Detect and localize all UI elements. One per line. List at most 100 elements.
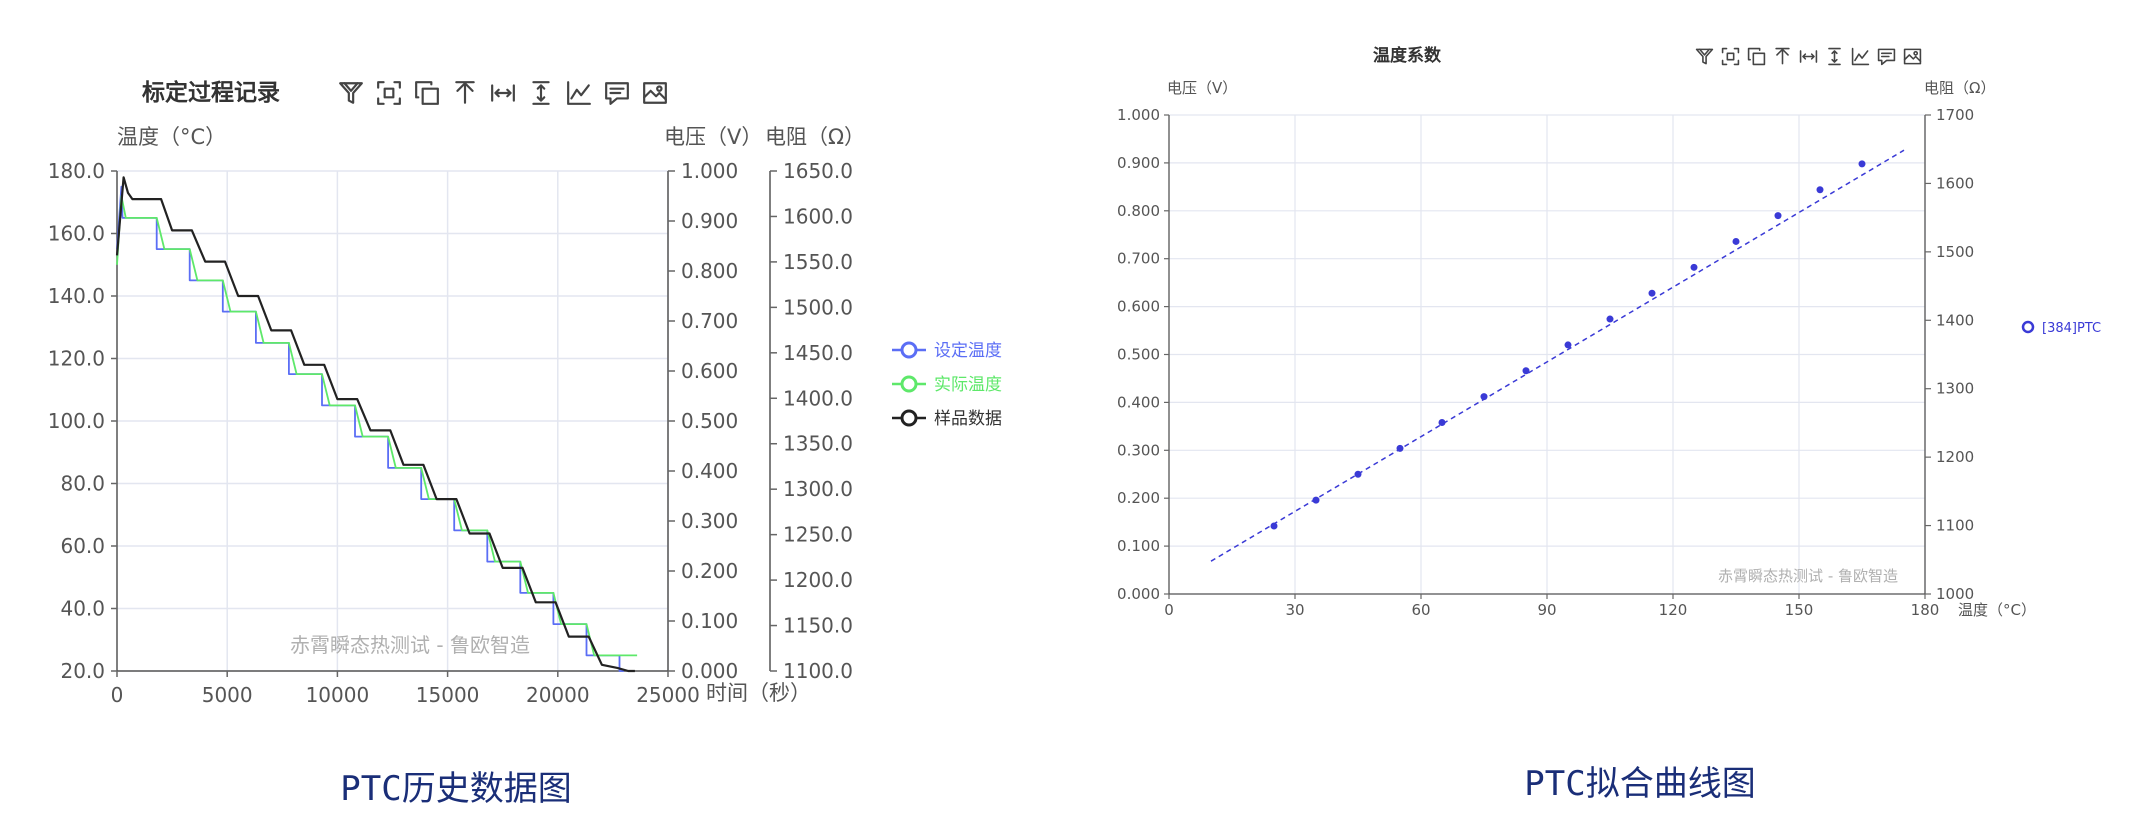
y-tick-label-left: 0.600 — [1117, 298, 1160, 316]
y-tick-label-right1: 0.300 — [681, 509, 738, 533]
legend-item[interactable]: 设定温度 — [892, 341, 1002, 361]
y-tick-label-right: 1100 — [1936, 517, 1974, 535]
copy-icon[interactable] — [1747, 47, 1766, 66]
data-point — [1438, 419, 1446, 427]
x-tick-label: 150 — [1785, 601, 1814, 619]
y-tick-label-right2: 1600.0 — [783, 204, 853, 228]
y-tick-label-right1: 1.000 — [681, 159, 738, 183]
legend-label: 实际温度 — [934, 375, 1002, 395]
fit-width-icon[interactable] — [491, 84, 515, 102]
data-point — [1816, 186, 1824, 194]
legend-marker — [900, 375, 918, 393]
y-tick-label-right1: 0.500 — [681, 409, 738, 433]
legend-marker — [900, 341, 918, 359]
chart1-series — [115, 176, 638, 673]
chart2-title: 温度系数 — [1373, 45, 1442, 66]
y-tick-label-right2: 1100.0 — [783, 659, 853, 683]
y-tick-label-left: 0.900 — [1117, 154, 1160, 172]
fit-height-icon[interactable] — [1828, 47, 1841, 66]
y-tick-label-left: 20.0 — [60, 659, 105, 683]
zoom-area-icon[interactable] — [377, 81, 401, 105]
y-tick-label-right2: 1200.0 — [783, 568, 853, 592]
x-tick-label: 5000 — [202, 683, 253, 707]
x-tick-label: 25000 — [636, 683, 700, 707]
y-tick-label-left: 1.000 — [1117, 106, 1160, 124]
y-tick-label-left: 120.0 — [48, 347, 105, 371]
x-tick-label: 20000 — [526, 683, 590, 707]
comment-icon[interactable] — [605, 82, 629, 105]
y-tick-label-right2: 1400.0 — [783, 386, 853, 410]
legend-item[interactable]: [384]PTC — [2021, 320, 2101, 336]
copy-icon[interactable] — [415, 81, 439, 105]
data-point — [1522, 367, 1530, 375]
y-tick-label-right: 1500 — [1936, 243, 1974, 261]
fit-height-icon[interactable] — [532, 81, 550, 105]
y-tick-label-left: 180.0 — [48, 159, 105, 183]
chart1-xlabel: 时间（秒） — [706, 681, 811, 705]
data-point — [1606, 315, 1614, 323]
chart2-legend[interactable]: [384]PTC — [2021, 320, 2101, 336]
y-tick-label-right2: 1550.0 — [783, 250, 853, 274]
legend-item[interactable]: 样品数据 — [892, 409, 1002, 429]
y-tick-label-right1: 0.600 — [681, 359, 738, 383]
data-point — [1690, 263, 1698, 271]
data-point — [1858, 160, 1866, 168]
y-tick-label-right: 1600 — [1936, 174, 1974, 192]
legend-marker — [900, 409, 918, 427]
x-tick-label: 30 — [1285, 601, 1304, 619]
chart1-ylabel-left: 温度（°C） — [117, 125, 226, 149]
x-tick-label: 0 — [111, 683, 124, 707]
y-tick-label-right: 1300 — [1936, 380, 1974, 398]
x-tick-label: 90 — [1537, 601, 1556, 619]
y-tick-label-left: 0.500 — [1117, 346, 1160, 364]
y-tick-label-right: 1200 — [1936, 448, 1974, 466]
y-tick-label-left: 0.400 — [1117, 393, 1160, 411]
chart2-ylabel-right: 电阻（Ω） — [1924, 79, 1995, 97]
zoom-area-icon[interactable] — [1721, 47, 1740, 66]
y-tick-label-right1: 0.900 — [681, 209, 738, 233]
chart2-watermark: 赤霄瞬态热测试 - 鲁欧智造 — [1718, 567, 1898, 585]
comment-icon[interactable] — [1877, 48, 1896, 66]
y-tick-label-right2: 1650.0 — [783, 159, 853, 183]
y-tick-label-left: 0.300 — [1117, 441, 1160, 459]
data-point — [1648, 289, 1656, 297]
data-point — [1396, 444, 1404, 452]
toolbox-right — [1695, 47, 1922, 66]
fit-width-icon[interactable] — [1799, 50, 1818, 63]
y-tick-label-left: 0.700 — [1117, 250, 1160, 268]
figure-canvas: 标定过程记录 温度（°C） 电压（V） 电阻（Ω） 时间（秒） 20.0 40.0… — [48, 45, 2101, 809]
y-tick-label-right: 1400 — [1936, 311, 1974, 329]
upload-icon[interactable] — [1775, 47, 1790, 65]
legend-label: [384]PTC — [2042, 321, 2101, 336]
x-tick-label: 10000 — [306, 683, 370, 707]
y-tick-label-right: 1700 — [1936, 106, 1974, 124]
x-tick-label: 180 — [1911, 601, 1940, 619]
x-tick-label: 15000 — [416, 683, 480, 707]
y-tick-label-right1: 0.200 — [681, 559, 738, 583]
y-tick-label-right2: 1350.0 — [783, 432, 853, 456]
chart1-legend[interactable]: 设定温度实际温度样品数据 — [892, 341, 1002, 429]
chart2-ylabel-left: 电压（V） — [1167, 79, 1237, 97]
line-chart-icon[interactable] — [567, 81, 591, 105]
upload-icon[interactable] — [455, 81, 475, 104]
y-tick-label-left: 100.0 — [48, 409, 105, 433]
chart2-grid — [1169, 114, 1926, 595]
legend-marker — [2021, 320, 2035, 334]
coefficient-chart: 温度系数 电压（V） 电阻（Ω） 温度（°C） 0.000 0.100 0.200 0… — [1117, 45, 2101, 619]
chart1-ticks: 20.0 40.0 60.0 80.0 100.0 120.0 140.0 160.0 180.… — [48, 159, 853, 707]
caption-right: PTC拟合曲线图 — [1524, 764, 1755, 804]
filter-icon[interactable] — [339, 82, 363, 104]
y-tick-label-right2: 1450.0 — [783, 341, 853, 365]
x-tick-label: 60 — [1411, 601, 1430, 619]
y-tick-label-right2: 1500.0 — [783, 295, 853, 319]
y-tick-label-right1: 0.700 — [681, 309, 738, 333]
y-tick-label-left: 0.200 — [1117, 489, 1160, 507]
chart1-ylabel-right1: 电压（V） — [664, 125, 762, 149]
save-image-icon[interactable] — [643, 82, 667, 104]
chart2-xlabel: 温度（°C） — [1958, 601, 2036, 619]
legend-item[interactable]: 实际温度 — [892, 375, 1002, 395]
data-point — [1312, 496, 1320, 504]
filter-icon[interactable] — [1695, 48, 1714, 65]
save-image-icon[interactable] — [1903, 48, 1922, 65]
line-chart-icon[interactable] — [1851, 47, 1870, 66]
